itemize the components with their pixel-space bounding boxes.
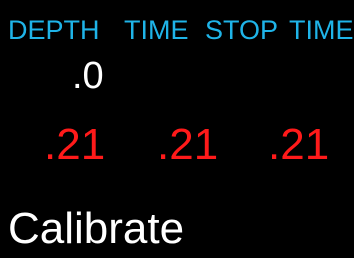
stop-time-header: TIME (289, 15, 354, 45)
sensor-reading-3: .21 (268, 120, 330, 169)
calibrate-label[interactable]: Calibrate (8, 204, 184, 254)
sensor-reading-2: .21 (157, 120, 219, 169)
depth-header: DEPTH (8, 15, 100, 45)
stop-header: STOP (205, 15, 279, 45)
depth-value: .0 (72, 55, 104, 97)
dive-computer-screen: DEPTH TIME STOP TIME .0 .21 .21 .21 Cali… (0, 0, 358, 260)
time-header: TIME (124, 15, 189, 45)
sensor-reading-1: .21 (44, 120, 106, 169)
